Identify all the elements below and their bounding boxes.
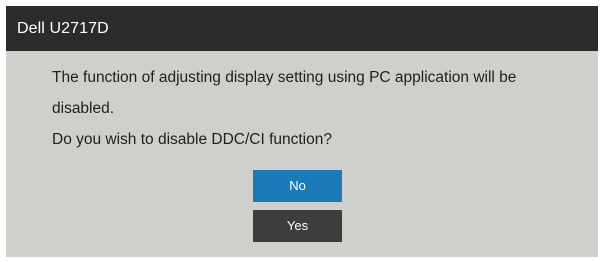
yes-button[interactable]: Yes (253, 210, 342, 242)
no-button[interactable]: No (253, 170, 342, 202)
confirmation-question: Do you wish to disable DDC/CI function? (52, 131, 332, 148)
message-line-2: disabled. (52, 100, 115, 117)
message-line-1: The function of adjusting display settin… (52, 69, 517, 86)
ddc-ci-dialog: Dell U2717D The function of adjusting di… (6, 6, 598, 257)
monitor-model-title: Dell U2717D (6, 6, 598, 51)
dialog-message: The function of adjusting display settin… (52, 64, 572, 157)
